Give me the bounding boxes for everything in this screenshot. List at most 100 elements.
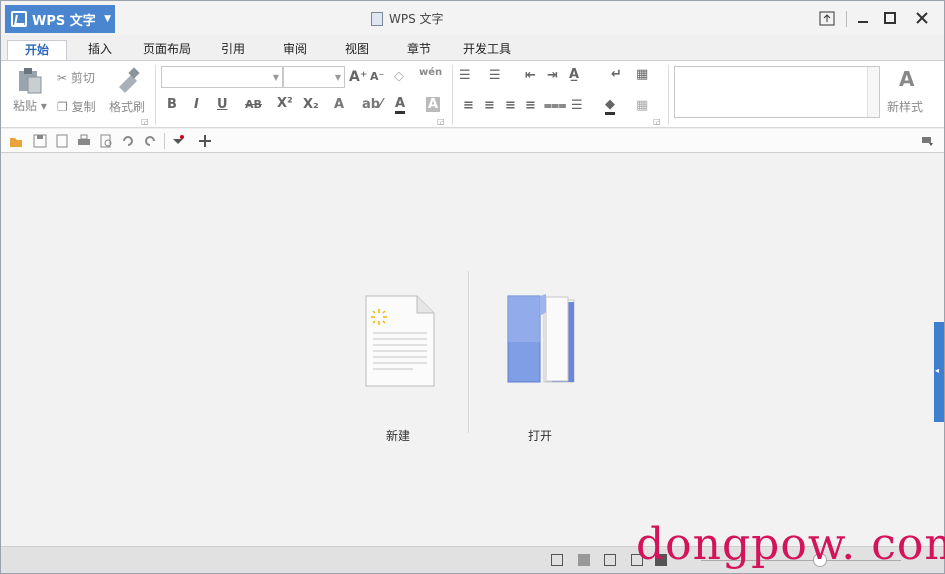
bold-icon[interactable]: B xyxy=(167,97,177,112)
subscript-icon[interactable]: X₂ xyxy=(303,97,319,112)
align-right-icon[interactable]: ≡ xyxy=(505,98,516,113)
font-size-input[interactable]: ▼ xyxy=(283,66,345,88)
maximize-icon xyxy=(884,12,896,24)
copy-icon: ❐ xyxy=(57,100,68,114)
chevron-down-icon: ▼ xyxy=(334,73,341,82)
open-label[interactable]: 打开 xyxy=(500,427,580,444)
ribbon-home: 粘贴 ▾ ✂ 剪切 ❐ 复制 格式刷 ◲ ▼ ▼ A⁺ A⁻ ◇ wén B I… xyxy=(1,60,944,128)
tab-references[interactable]: 引用 xyxy=(211,40,255,61)
paragraph-launcher-icon[interactable]: ◲ xyxy=(653,117,661,126)
open-folder-icon xyxy=(507,294,575,383)
new-document-icon xyxy=(365,295,435,387)
clear-format-icon[interactable]: ◇ xyxy=(394,69,404,84)
increase-indent-icon[interactable]: ⇥ xyxy=(547,68,558,83)
new-document-button[interactable] xyxy=(365,295,435,387)
print-icon[interactable] xyxy=(77,134,91,148)
tab-section[interactable]: 章节 xyxy=(397,40,441,61)
format-painter-icon xyxy=(115,67,141,96)
wps-logo-icon xyxy=(11,11,27,27)
cut-button[interactable]: ✂ 剪切 xyxy=(57,69,95,86)
tab-insert[interactable]: 插入 xyxy=(75,40,125,61)
new-label[interactable]: 新建 xyxy=(358,427,438,444)
distribute-icon[interactable]: ⩶ xyxy=(544,98,566,113)
copy-label: 复制 xyxy=(71,100,96,114)
qat-divider xyxy=(164,133,165,149)
page-view-icon[interactable] xyxy=(578,554,590,566)
app-menu-button[interactable]: WPS 文字 ▼ xyxy=(5,5,115,33)
superscript-icon[interactable]: X² xyxy=(277,96,293,111)
save-icon[interactable] xyxy=(33,134,47,148)
start-page: 新建 打开 ◂ xyxy=(1,154,944,546)
tab-developer[interactable]: 开发工具 xyxy=(455,40,519,61)
font-name-input[interactable]: ▼ xyxy=(161,66,283,88)
align-left-icon[interactable]: ≡ xyxy=(463,98,474,113)
text-effect-icon[interactable]: A xyxy=(334,97,344,112)
numbering-icon[interactable]: ☰ xyxy=(489,68,501,83)
outline-view-icon[interactable] xyxy=(604,554,616,566)
phonetic-guide-icon[interactable]: wén xyxy=(419,67,442,78)
watermark: dongpow. com xyxy=(636,519,945,570)
window-title-text: WPS 文字 xyxy=(389,12,444,26)
minimize-button[interactable] xyxy=(850,7,876,29)
table-icon[interactable]: ▦ xyxy=(636,67,648,82)
add-icon[interactable] xyxy=(198,134,212,148)
chevron-down-icon: ▼ xyxy=(104,14,111,24)
grow-font-icon[interactable]: A⁺ xyxy=(349,69,367,85)
shading-icon[interactable]: ◆ xyxy=(605,97,615,115)
font-color-icon[interactable]: A xyxy=(395,96,406,114)
underline-icon[interactable]: U xyxy=(217,97,228,112)
print-preview-icon[interactable] xyxy=(99,134,113,148)
decrease-indent-icon[interactable]: ⇤ xyxy=(525,68,536,83)
paragraph-mark-icon[interactable]: ↵ xyxy=(611,67,622,82)
scissors-icon: ✂ xyxy=(57,71,68,85)
full-screen-icon[interactable] xyxy=(551,554,563,566)
char-shading-icon[interactable]: A xyxy=(426,97,441,112)
close-icon xyxy=(916,12,928,24)
title-bar: WPS 文字 ▼ WPS 文字 xyxy=(1,1,944,35)
shrink-font-icon[interactable]: A⁻ xyxy=(370,70,384,83)
line-spacing-icon[interactable]: ☰ xyxy=(571,98,583,113)
format-painter-button[interactable]: 格式刷 xyxy=(109,98,145,115)
close-button[interactable] xyxy=(909,7,935,29)
gallery-scrollbar[interactable] xyxy=(867,67,879,117)
open-document-button[interactable] xyxy=(506,292,580,388)
paste-label-wrap[interactable]: 粘贴 ▾ xyxy=(13,97,47,114)
italic-icon[interactable]: I xyxy=(194,97,199,112)
font-launcher-icon[interactable]: ◲ xyxy=(437,117,445,126)
restore-view-button[interactable] xyxy=(814,7,840,29)
app-window: WPS 文字 ▼ WPS 文字 开始 插入 页面布局 引用 审阅 视图 章节 开… xyxy=(0,0,945,574)
window-up-icon xyxy=(819,11,835,25)
ribbon-tabs: 开始 插入 页面布局 引用 审阅 视图 章节 开发工具 xyxy=(1,35,944,61)
align-center-icon[interactable]: ≡ xyxy=(484,98,495,113)
redo-icon[interactable] xyxy=(143,134,157,148)
highlight-icon[interactable]: ab⁄ xyxy=(362,97,382,112)
tab-page-layout[interactable]: 页面布局 xyxy=(135,40,199,61)
new-style-button[interactable]: 新样式 xyxy=(887,98,923,115)
tab-home[interactable]: 开始 xyxy=(7,40,67,61)
minimize-icon xyxy=(858,21,868,23)
bullets-icon[interactable]: ☰ xyxy=(459,68,471,83)
app-menu-label: WPS 文字 xyxy=(32,13,96,29)
customize-dropdown-icon[interactable] xyxy=(171,134,185,148)
borders-icon[interactable]: ▦ xyxy=(636,98,648,113)
tab-view[interactable]: 视图 xyxy=(335,40,379,61)
open-folder-icon[interactable] xyxy=(9,134,23,148)
case-icon[interactable]: A̲ xyxy=(569,67,579,82)
paste-button[interactable] xyxy=(15,67,47,95)
strikethrough-icon[interactable]: AB xyxy=(245,98,262,111)
title-divider xyxy=(846,11,847,27)
copy-button[interactable]: ❐ 复制 xyxy=(57,98,96,115)
styles-gallery[interactable] xyxy=(674,66,880,118)
tab-review[interactable]: 审阅 xyxy=(273,40,317,61)
clipboard-launcher-icon[interactable]: ◲ xyxy=(141,117,149,126)
ribbon-options-icon[interactable] xyxy=(921,134,935,148)
undo-icon[interactable] xyxy=(121,134,135,148)
maximize-button[interactable] xyxy=(877,7,903,29)
paste-icon xyxy=(19,68,42,94)
chevron-down-icon: ▼ xyxy=(272,73,279,82)
side-panel-toggle[interactable]: ◂ xyxy=(934,322,944,422)
group-divider xyxy=(452,65,453,125)
justify-icon[interactable]: ≡ xyxy=(525,98,536,113)
new-style-icon: A xyxy=(899,67,915,91)
export-pdf-icon[interactable] xyxy=(55,134,69,148)
